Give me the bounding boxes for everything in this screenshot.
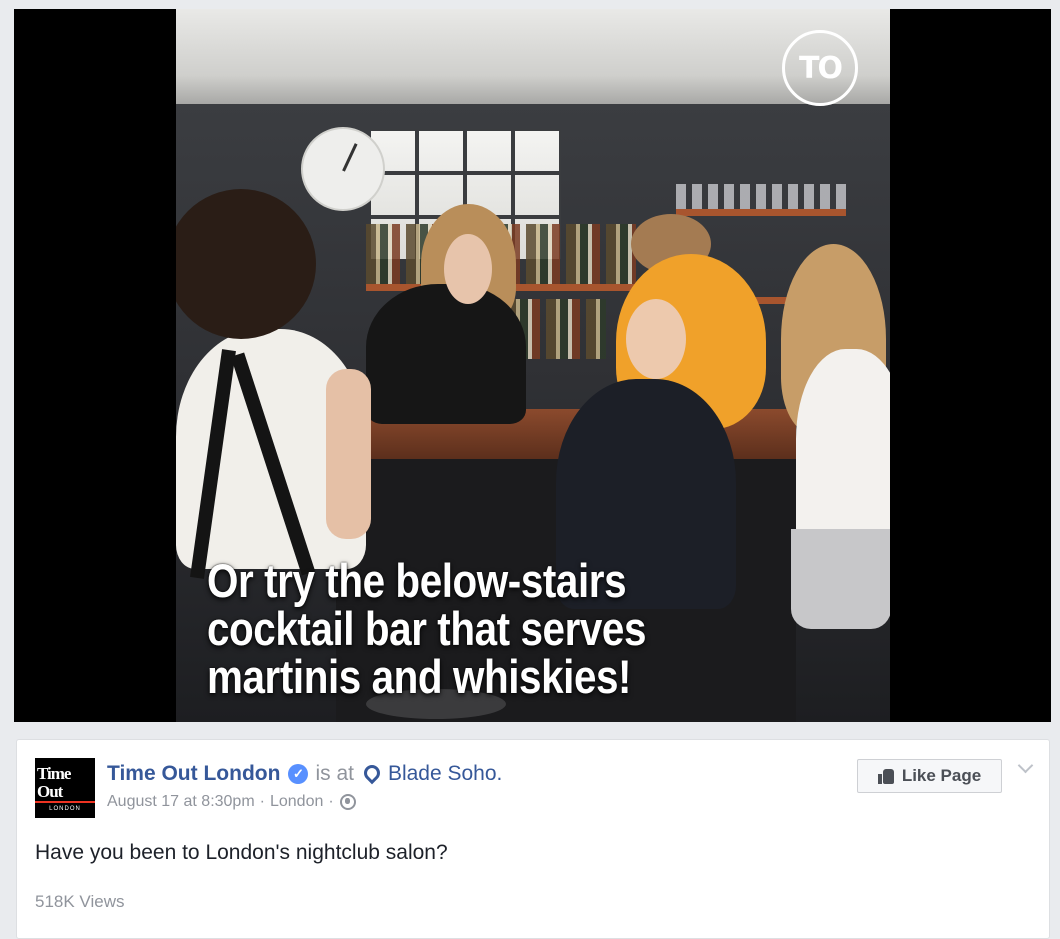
page-name-link[interactable]: Time Out London (107, 762, 280, 786)
view-count: 518K Views (35, 892, 125, 911)
meta-separator: · (259, 793, 265, 810)
avatar-logo-text: Time Out (35, 764, 95, 803)
page-avatar[interactable]: Time Out LONDON (35, 758, 95, 818)
globe-icon[interactable] (339, 794, 356, 810)
thumbs-up-icon (877, 768, 894, 784)
place-link[interactable]: Blade Soho. (388, 762, 502, 786)
caption-line: cocktail bar that serves (207, 602, 647, 655)
like-page-button[interactable]: Like Page (857, 759, 1002, 793)
verified-badge-icon: ✓ (288, 764, 309, 784)
is-at-text: is at (315, 762, 354, 785)
post-header: Time Out London ✓ is at Blade Soho. (107, 761, 502, 786)
post-timestamp[interactable]: August 17 at 8:30pm (107, 793, 255, 811)
video-player[interactable]: TO Or try the below-stairs cocktail bar … (14, 9, 1051, 722)
location-pin-icon (360, 761, 384, 785)
meta-separator: · (328, 793, 334, 810)
post-card: Time Out LONDON Time Out London ✓ is at … (16, 739, 1050, 939)
avatar-logo-subtext: LONDON (49, 805, 81, 812)
video-frame[interactable]: TO Or try the below-stairs cocktail bar … (176, 9, 890, 722)
video-caption: Or try the below-stairs cocktail bar tha… (207, 557, 878, 701)
post-location-link[interactable]: London (270, 793, 323, 811)
caption-line: martinis and whiskies! (207, 650, 632, 703)
timeout-watermark-logo: TO (782, 30, 858, 106)
post-meta: August 17 at 8:30pm · London · (107, 793, 356, 811)
like-page-label: Like Page (901, 766, 982, 785)
caption-line: Or try the below-stairs (207, 554, 627, 607)
post-message: Have you been to London's nightclub salo… (35, 841, 448, 864)
clock-image (301, 127, 385, 211)
chevron-down-icon[interactable] (1017, 757, 1034, 774)
